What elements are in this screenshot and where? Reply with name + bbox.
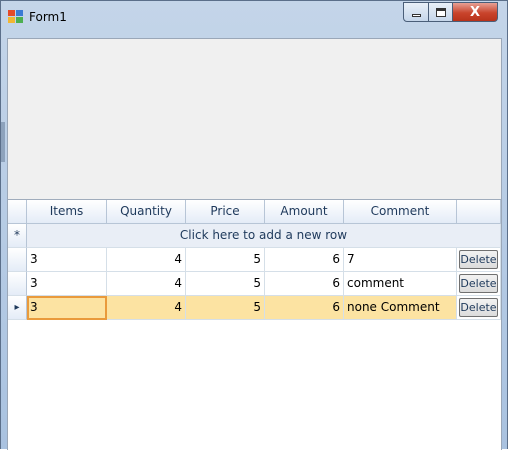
title-bar[interactable]: Form1 X bbox=[1, 1, 507, 31]
app-icon bbox=[8, 10, 24, 24]
maximize-icon bbox=[435, 7, 446, 17]
column-header-items[interactable]: Items bbox=[27, 200, 107, 224]
column-header-amount[interactable]: Amount bbox=[265, 200, 344, 224]
table-row[interactable]: 3 4 5 6 7 Delete bbox=[8, 248, 501, 272]
client-area: Items Quantity Price Amount Comment * Cl… bbox=[7, 38, 502, 452]
cell-comment[interactable]: comment bbox=[344, 272, 457, 296]
cell-amount[interactable]: 6 bbox=[265, 296, 344, 320]
new-row[interactable]: * Click here to add a new row bbox=[8, 224, 501, 248]
new-row-header[interactable]: * bbox=[8, 224, 27, 248]
delete-button[interactable]: Delete bbox=[459, 298, 498, 317]
table-row-selected[interactable]: ▸ 3 4 5 6 none Comment Delete bbox=[8, 296, 501, 320]
data-grid[interactable]: Items Quantity Price Amount Comment * Cl… bbox=[8, 199, 501, 452]
column-header-quantity[interactable]: Quantity bbox=[107, 200, 186, 224]
close-button[interactable]: X bbox=[452, 2, 498, 22]
row-header[interactable] bbox=[8, 272, 27, 296]
cell-quantity[interactable]: 4 bbox=[107, 296, 186, 320]
column-header-delete[interactable] bbox=[457, 200, 501, 224]
cell-amount[interactable]: 6 bbox=[265, 272, 344, 296]
delete-button[interactable]: Delete bbox=[459, 274, 498, 293]
cell-amount[interactable]: 6 bbox=[265, 248, 344, 272]
cell-items[interactable]: 3 bbox=[27, 272, 107, 296]
form-window: Form1 X Items Quantity Price Amount Comm… bbox=[0, 0, 508, 452]
row-header[interactable] bbox=[8, 248, 27, 272]
cell-delete: Delete bbox=[457, 248, 501, 272]
cell-delete: Delete bbox=[457, 296, 501, 320]
cell-price[interactable]: 5 bbox=[186, 296, 265, 320]
cell-delete: Delete bbox=[457, 272, 501, 296]
grid-header-row: Items Quantity Price Amount Comment bbox=[8, 200, 501, 224]
cell-comment[interactable]: 7 bbox=[344, 248, 457, 272]
minimize-icon bbox=[411, 13, 421, 17]
window-frame-edge bbox=[1, 122, 5, 162]
window-title: Form1 bbox=[29, 10, 67, 24]
table-row[interactable]: 3 4 5 6 comment Delete bbox=[8, 272, 501, 296]
cell-quantity[interactable]: 4 bbox=[107, 248, 186, 272]
cell-price[interactable]: 5 bbox=[186, 272, 265, 296]
current-row-indicator-icon[interactable]: ▸ bbox=[8, 296, 27, 320]
close-icon: X bbox=[469, 4, 481, 20]
cell-price[interactable]: 5 bbox=[186, 248, 265, 272]
delete-button[interactable]: Delete bbox=[459, 250, 498, 269]
column-header-comment[interactable]: Comment bbox=[344, 200, 457, 224]
cell-items[interactable]: 3 bbox=[27, 248, 107, 272]
cell-items[interactable]: 3 bbox=[27, 296, 107, 320]
minimize-button[interactable] bbox=[403, 2, 429, 22]
new-row-prompt[interactable]: Click here to add a new row bbox=[27, 224, 501, 248]
cell-comment[interactable]: none Comment bbox=[344, 296, 457, 320]
header-corner[interactable] bbox=[8, 200, 27, 224]
column-header-price[interactable]: Price bbox=[186, 200, 265, 224]
maximize-button[interactable] bbox=[428, 2, 453, 22]
cell-quantity[interactable]: 4 bbox=[107, 272, 186, 296]
